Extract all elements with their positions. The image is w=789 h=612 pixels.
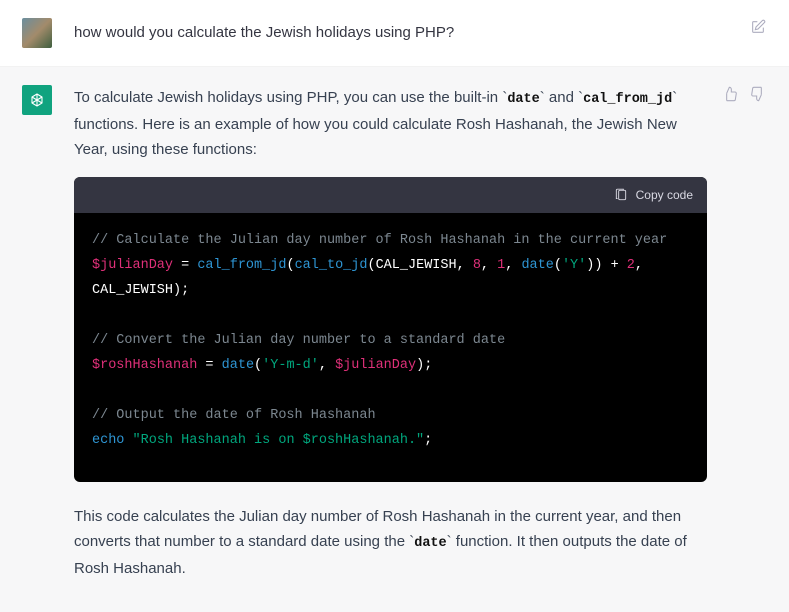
user-avatar [22,18,52,48]
assistant-actions [721,85,767,103]
thumbs-down-icon[interactable] [749,85,767,103]
user-message: how would you calculate the Jewish holid… [0,0,789,67]
code-var-julianday: $julianDay [92,258,173,273]
clipboard-icon[interactable] [612,186,630,204]
code-comment-3: // Output the date of Rosh Hashanah [92,408,376,423]
intro-text-3: functions. Here is an example of how you… [74,116,677,159]
assistant-outro: This code calculates the Julian day numb… [74,504,707,582]
inline-code-date: date [507,92,539,107]
code-block: Copy code // Calculate the Julian day nu… [74,177,707,482]
thumbs-up-icon[interactable] [721,85,739,103]
user-text: how would you calculate the Jewish holid… [74,18,767,48]
inline-code-date-2: date [414,536,446,551]
assistant-content: To calculate Jewish holidays using PHP, … [74,85,767,596]
assistant-intro: To calculate Jewish holidays using PHP, … [74,85,707,163]
inline-code-calfromjd: cal_from_jd [583,92,672,107]
code-var-roshhashanah: $roshHashanah [92,358,197,373]
code-comment-1: // Calculate the Julian day number of Ro… [92,233,667,248]
openai-logo-icon [27,90,47,110]
assistant-message: To calculate Jewish holidays using PHP, … [0,67,789,612]
code-body: // Calculate the Julian day number of Ro… [74,213,707,482]
assistant-avatar [22,85,52,115]
intro-text-1: To calculate Jewish holidays using PHP, … [74,89,502,106]
copy-code-button[interactable]: Copy code [636,185,693,205]
intro-text-2: and [545,89,578,106]
user-actions [749,18,767,36]
code-header: Copy code [74,177,707,213]
code-comment-2: // Convert the Julian day number to a st… [92,333,505,348]
edit-icon[interactable] [749,18,767,36]
